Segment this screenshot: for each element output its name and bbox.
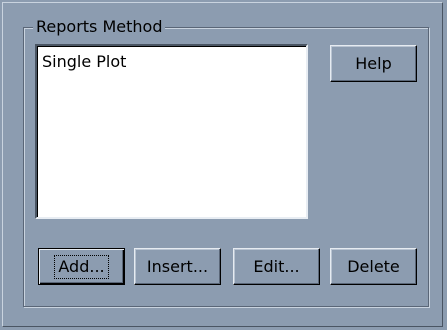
list-item[interactable]: Single Plot [42,52,126,72]
insert-button[interactable]: Insert... [134,248,221,285]
groupbox-title: Reports Method [33,17,166,37]
insert-button-label: Insert... [146,257,209,276]
add-button[interactable]: Add... [38,248,125,285]
help-button[interactable]: Help [330,45,417,82]
reports-method-listbox[interactable]: Single Plot [35,44,308,219]
add-button-label: Add... [54,255,109,279]
edit-button-label: Edit... [253,257,300,276]
help-button-label: Help [355,54,392,73]
reports-method-panel: Reports Method Single Plot Help Add... I… [0,0,447,330]
delete-button[interactable]: Delete [330,248,417,285]
delete-button-label: Delete [347,257,400,276]
edit-button[interactable]: Edit... [233,248,320,285]
